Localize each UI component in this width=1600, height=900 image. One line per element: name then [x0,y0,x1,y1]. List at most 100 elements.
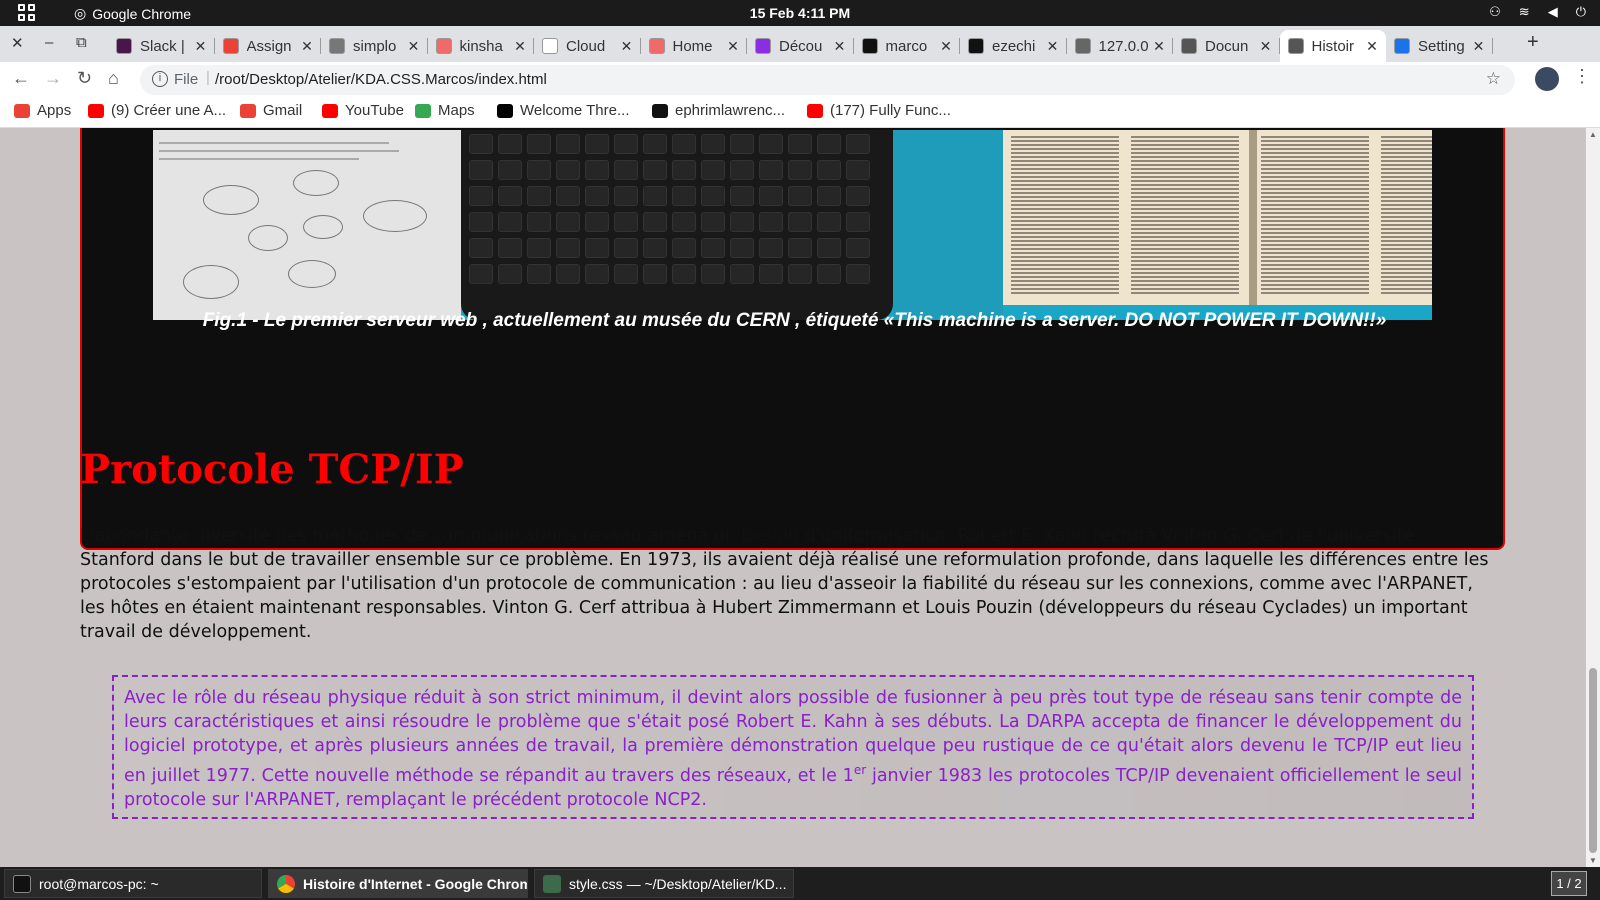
close-window-icon[interactable]: ✕ [11,34,24,52]
browser-tab[interactable]: Docun ✕ [1173,30,1280,62]
tab-title: kinsha [459,37,503,55]
open-book-image [1003,130,1432,305]
tab-title: marco [885,37,928,55]
tab-close-icon[interactable]: ✕ [619,38,635,55]
wifi-icon[interactable]: ≋ [1519,4,1530,20]
desk-surface [893,130,1003,320]
minimize-window-icon[interactable]: – [45,34,53,51]
tab-favicon-icon [222,38,239,54]
tab-title: Slack | [140,37,185,55]
taskbar-item-editor[interactable]: style.css — ~/Desktop/Atelier/KD... [534,869,794,898]
bookmark-favicon-icon [88,103,104,118]
tab-close-icon[interactable]: ✕ [299,38,315,55]
system-clock[interactable]: 15 Feb 4:11 PM [0,5,1600,21]
tab-favicon-icon [1074,38,1091,54]
profile-avatar[interactable] [1535,67,1559,91]
browser-tab[interactable]: Slack | ✕ [108,30,215,62]
browser-tab[interactable]: marco ✕ [854,30,960,62]
tab-favicon-icon [755,38,771,54]
quote-superscript: er [853,763,867,777]
bookmark-label: YouTube [345,102,404,119]
bookmark-item[interactable]: Welcome Thre... [497,102,629,119]
url-scheme-label: File [174,71,199,88]
tab-close-icon[interactable]: ✕ [1364,38,1380,55]
taskbar-item-terminal[interactable]: root@marcos-pc: ~ [4,869,262,898]
tab-close-icon[interactable]: ✕ [1151,38,1167,55]
forward-arrow-icon[interactable]: → [44,68,62,89]
browser-tab[interactable]: Assign ✕ [215,30,321,62]
browser-tab[interactable]: Cloud ✕ [534,30,641,62]
site-info-icon[interactable]: i [152,71,168,87]
tab-separator [1491,38,1493,54]
browser-tab[interactable]: ezechi ✕ [960,30,1067,62]
tab-title: Assign [246,37,292,55]
tab-title: Docun [1205,37,1249,55]
tab-close-icon[interactable]: ✕ [406,38,422,55]
body-paragraph: L'abondante diversité des méthodes de co… [80,526,1489,642]
bookmark-item[interactable]: ephrimlawrenc... [652,102,785,119]
bookmark-label: (177) Fully Func... [830,102,951,119]
workspace-pager[interactable]: 1 / 2 [1551,871,1587,896]
tab-close-icon[interactable]: ✕ [938,38,954,55]
tab-title: Cloud [566,37,606,55]
bookmark-star-icon[interactable]: ☆ [1486,69,1501,89]
address-bar[interactable]: i File | /root/Desktop/Atelier/KDA.CSS.M… [140,65,1515,95]
back-arrow-icon[interactable]: ← [12,68,30,89]
browser-tab[interactable]: 127.0.0 ✕ [1067,30,1173,62]
browser-tab[interactable]: simplo ✕ [321,30,428,62]
new-tab-button[interactable]: + [1527,31,1539,54]
tab-close-icon[interactable]: ✕ [1045,38,1061,55]
tab-favicon-icon [968,38,984,54]
terminal-icon [13,874,31,893]
bookmark-favicon-icon [415,103,431,118]
scrollbar-thumb[interactable] [1589,668,1597,853]
scroll-down-icon[interactable]: ▼ [1589,856,1597,865]
tab-close-icon[interactable]: ✕ [193,38,209,55]
bookmark-item[interactable]: Maps [415,102,475,119]
tab-title: Home [672,37,713,55]
browser-tab[interactable]: Décou ✕ [747,30,854,62]
power-icon[interactable]: ⏻ [1576,4,1586,20]
bookmark-label: Apps [37,102,72,119]
tab-favicon-icon [1394,38,1410,54]
page-scrollbar[interactable]: ▲ ▼ [1586,128,1600,867]
bookmark-item[interactable]: (9) Créer une A... [88,102,226,119]
tab-favicon-icon [116,38,132,54]
taskbar-item-label: style.css — ~/Desktop/Atelier/KD... [569,875,787,892]
browser-tab[interactable]: Histoir ✕ [1279,30,1386,62]
taskbar-item-label: root@marcos-pc: ~ [39,875,159,892]
tab-close-icon[interactable]: ✕ [832,38,848,55]
tab-favicon-icon [648,38,665,54]
bookmark-favicon-icon [807,103,823,118]
tab-favicon-icon [1181,38,1197,54]
tab-close-icon[interactable]: ✕ [1471,38,1487,55]
text-editor-icon [543,874,561,893]
system-tray[interactable]: ⚇ ≋ ◀ ⏻ [1489,4,1586,20]
user-switch-icon[interactable]: ⚇ [1489,4,1501,20]
scroll-up-icon[interactable]: ▲ [1589,130,1597,139]
bookmark-label: (9) Créer une A... [111,102,227,119]
bookmark-favicon-icon [322,103,338,118]
reload-icon[interactable]: ↻ [77,68,92,89]
restore-window-icon[interactable]: ⧉ [76,34,87,51]
bookmark-item[interactable]: Gmail [240,102,302,119]
tab-close-icon[interactable]: ✕ [512,38,528,55]
home-icon[interactable]: ⌂ [108,68,119,89]
browser-tab[interactable]: Setting ✕ [1386,30,1493,62]
browser-tab[interactable]: Home ✕ [641,30,747,62]
bookmark-item[interactable]: (177) Fully Func... [807,102,951,119]
browser-toolbar: ← → ↻ ⌂ i File | /root/Desktop/Atelier/K… [0,62,1600,98]
browser-tab[interactable]: kinsha ✕ [428,30,534,62]
tab-close-icon[interactable]: ✕ [725,38,741,55]
bookmark-item[interactable]: Apps [14,102,71,119]
volume-icon[interactable]: ◀ [1548,4,1558,20]
bookmarks-bar: Apps (9) Créer une A... Gmail YouTube Maps We… [0,98,1600,128]
bookmark-item[interactable]: YouTube [322,102,404,119]
url-text[interactable]: /root/Desktop/Atelier/KDA.CSS.Marcos/ind… [215,71,547,88]
tab-favicon-icon [329,38,345,54]
taskbar-item-chrome[interactable]: Histoire d'Internet - Google Chrome [268,869,528,898]
tab-close-icon[interactable]: ✕ [1258,38,1274,55]
system-top-bar: ◎ Google Chrome 15 Feb 4:11 PM ⚇ ≋ ◀ ⏻ [0,0,1600,26]
chrome-icon [277,874,295,893]
chrome-menu-icon[interactable]: ⋮ [1573,66,1591,87]
